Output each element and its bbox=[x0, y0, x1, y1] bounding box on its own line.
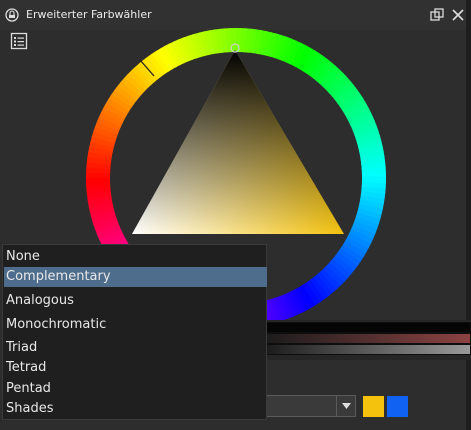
chevron-down-icon[interactable] bbox=[336, 396, 355, 416]
gray-slider[interactable] bbox=[266, 344, 471, 355]
app-icon bbox=[5, 8, 19, 22]
menu-item-pentad[interactable]: Pentad bbox=[4, 379, 267, 399]
value-slider[interactable] bbox=[266, 322, 471, 333]
menu-item-monochromatic[interactable]: Monochromatic bbox=[4, 315, 267, 335]
harmony-combo[interactable] bbox=[266, 395, 356, 417]
color-swatch-complement[interactable] bbox=[387, 396, 408, 417]
menu-item-triad[interactable]: Triad bbox=[4, 338, 267, 358]
panel-edge bbox=[466, 0, 471, 430]
list-settings-icon[interactable] bbox=[10, 32, 28, 50]
red-slider[interactable] bbox=[266, 333, 471, 344]
menu-item-none[interactable]: None bbox=[4, 247, 267, 267]
menu-item-tetrad[interactable]: Tetrad bbox=[4, 358, 267, 378]
harmony-dropdown-list[interactable]: None Complementary Analogous Monochromat… bbox=[2, 244, 267, 420]
float-window-icon[interactable] bbox=[430, 8, 444, 22]
close-icon[interactable] bbox=[451, 8, 465, 22]
window-title: Erweiterter Farbwähler bbox=[26, 8, 152, 21]
title-bar: Erweiterter Farbwähler bbox=[0, 0, 471, 30]
menu-item-shades[interactable]: Shades bbox=[4, 399, 267, 419]
color-swatch-primary[interactable] bbox=[363, 396, 384, 417]
menu-item-complementary[interactable]: Complementary bbox=[4, 267, 267, 287]
menu-item-analogous[interactable]: Analogous bbox=[4, 291, 267, 311]
